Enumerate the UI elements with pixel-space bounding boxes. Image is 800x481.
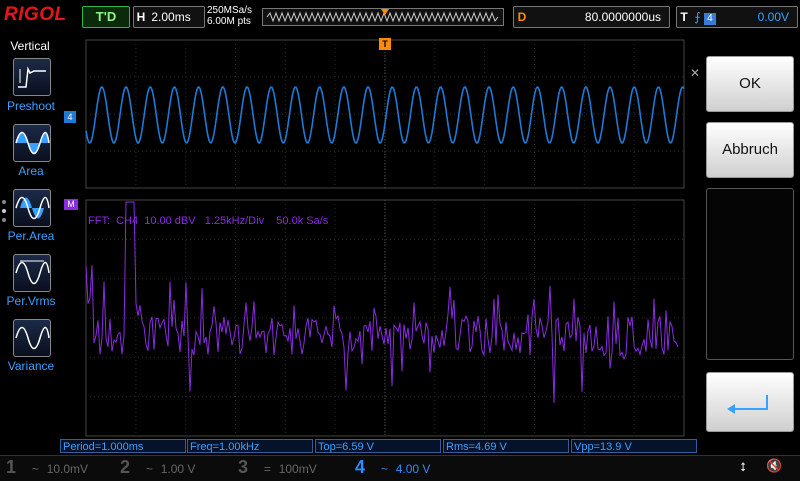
menu-page-dots xyxy=(2,200,8,227)
memory-waveform-preview xyxy=(266,9,499,23)
channel-1-scale: 10.0mV xyxy=(46,462,89,476)
delay-label: D xyxy=(517,10,527,24)
horizontal-label: H xyxy=(136,10,146,24)
usb-icon: ⭥ xyxy=(740,460,747,474)
per-vrms-label: Per.Vrms xyxy=(6,294,56,308)
variance-label: Variance xyxy=(7,359,55,373)
channel-2-coupling: ~ xyxy=(145,462,153,476)
fft-info-label: FFT: CH4 10.00 dBV 1.25kHz/Div 50.0k Sa/… xyxy=(88,215,329,227)
channel-4-coupling: ~ xyxy=(380,462,388,476)
measurement-freq[interactable]: Freq=1.00kHz xyxy=(187,439,313,453)
menu-title: Vertical xyxy=(10,39,50,53)
measurement-vpp[interactable]: Vpp=13.9 V xyxy=(571,439,697,453)
horizontal-scale-value: 2.00ms xyxy=(151,10,191,24)
channel-3-number: 3 xyxy=(238,457,249,477)
channel-3-scale: 100mV xyxy=(278,462,317,476)
area-label: Area xyxy=(18,164,44,178)
channel-1-number: 1 xyxy=(6,457,17,477)
variance-button[interactable] xyxy=(13,319,51,357)
rising-edge-icon: ⨍ xyxy=(694,10,701,24)
channel-4-scale: 4.00 V xyxy=(395,462,431,476)
memory-trigger-marker-icon xyxy=(381,9,389,15)
channel-2-status[interactable]: 2 ~ 1.00 V xyxy=(120,456,220,479)
channel-3-coupling: = xyxy=(263,462,271,476)
area-icon xyxy=(15,131,50,155)
memory-position-bar[interactable] xyxy=(262,8,504,26)
waveform-canvas xyxy=(85,39,685,437)
channel-2-number: 2 xyxy=(120,457,131,477)
preshoot-label: Preshoot xyxy=(6,99,56,113)
per-area-icon xyxy=(15,196,50,220)
measurement-rms[interactable]: Rms=4.69 V xyxy=(443,439,569,453)
channel-4-status[interactable]: 4 ~ 4.00 V xyxy=(355,456,455,479)
horizontal-scale-box[interactable]: H 2.00ms xyxy=(133,6,205,28)
preshoot-button[interactable] xyxy=(13,58,51,96)
trigger-position-marker[interactable]: T xyxy=(379,38,391,50)
rigol-logo: RIGOL xyxy=(4,4,67,25)
per-vrms-icon xyxy=(15,260,50,285)
speaker-muted-icon[interactable]: 🔇 xyxy=(766,458,782,474)
acquisition-info: 250MSa/s 6.00M pts xyxy=(207,5,252,27)
measurement-top[interactable]: Top=6.59 V xyxy=(315,439,441,453)
area-button[interactable] xyxy=(13,124,51,162)
channel-1-status[interactable]: 1 ~ 10.0mV xyxy=(6,456,106,479)
channel-4-number: 4 xyxy=(355,457,366,477)
return-arrow-icon xyxy=(727,395,768,414)
trigger-level: 0.00V xyxy=(757,10,789,24)
sample-rate: 250MSa/s xyxy=(207,5,253,16)
fft-trace xyxy=(85,201,679,404)
trigger-source: 4 xyxy=(703,13,716,25)
channel-2-scale: 1.00 V xyxy=(160,462,196,476)
memory-depth: 6.00M pts xyxy=(207,16,251,27)
delay-value: 80.0000000us xyxy=(584,10,661,24)
per-vrms-button[interactable] xyxy=(13,254,51,292)
run-status-badge[interactable]: T'D xyxy=(82,6,130,28)
math-offset-marker[interactable]: M xyxy=(64,199,78,210)
preshoot-icon xyxy=(18,66,46,88)
per-area-label: Per.Area xyxy=(7,229,55,243)
ch4-offset-marker[interactable]: 4 xyxy=(64,111,76,123)
delay-box[interactable]: D 80.0000000us xyxy=(513,6,670,28)
measurement-period[interactable]: Period=1.000ms xyxy=(60,439,186,453)
variance-icon xyxy=(15,326,50,350)
channel-1-coupling: ~ xyxy=(31,462,39,476)
ok-button[interactable]: OK xyxy=(706,56,794,112)
waveform-display[interactable] xyxy=(60,36,698,438)
per-area-button[interactable] xyxy=(13,189,51,227)
cancel-button[interactable]: Abbruch xyxy=(706,122,794,178)
enter-button[interactable] xyxy=(706,372,794,432)
trigger-label: T xyxy=(680,10,688,24)
channel-3-status[interactable]: 3 = 100mV xyxy=(238,456,338,479)
right-menu-empty-slot xyxy=(706,188,794,360)
trigger-box[interactable]: T ⨍ 4 0.00V xyxy=(676,6,798,28)
close-icon[interactable]: ✕ xyxy=(690,66,702,82)
